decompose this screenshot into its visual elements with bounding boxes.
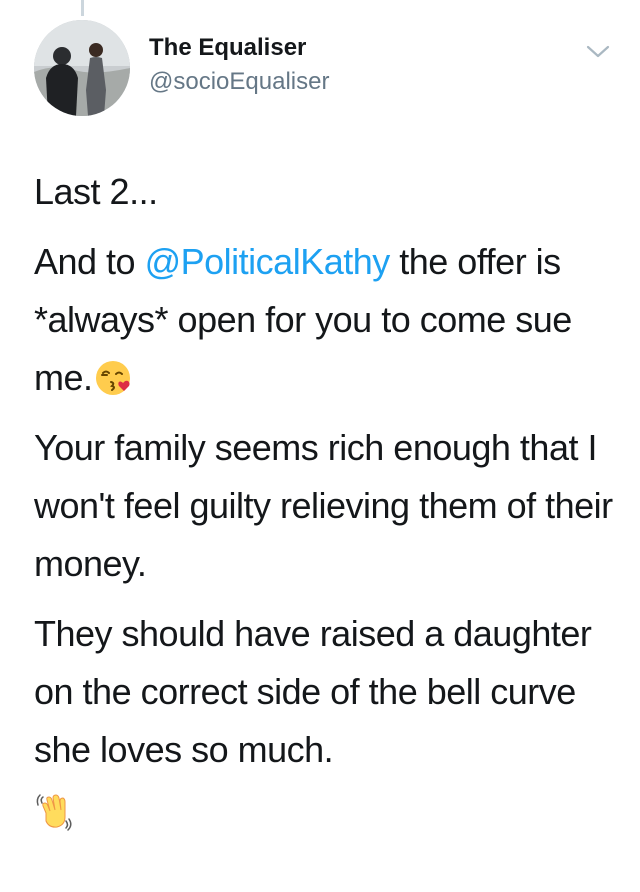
- chevron-down-icon[interactable]: [584, 42, 612, 62]
- avatar[interactable]: [34, 20, 130, 116]
- profile-photo-icon: [34, 20, 130, 116]
- display-name[interactable]: The Equaliser: [149, 33, 329, 63]
- user-names: The Equaliser @socioEqualiser: [149, 33, 329, 97]
- paragraph-text: And to: [34, 241, 145, 282]
- tweet-detail: The Equaliser @socioEqualiser Last 2... …: [0, 0, 640, 892]
- user-handle[interactable]: @socioEqualiser: [149, 67, 329, 97]
- waving-hand-icon: [34, 791, 74, 831]
- tweet-paragraph-4: They should have raised a daughter on th…: [34, 613, 592, 770]
- mention-link[interactable]: @PoliticalKathy: [145, 241, 391, 282]
- tweet-paragraph-3: Your family seems rich enough that I won…: [34, 427, 613, 584]
- kissing-face-icon: [93, 358, 133, 398]
- tweet-paragraph-1: Last 2...: [34, 171, 158, 212]
- tweet-text: Last 2... And to @PoliticalKathy the off…: [34, 163, 624, 831]
- thread-connector-line: [81, 0, 84, 16]
- tweet-paragraph-2: And to @PoliticalKathy the offer is *alw…: [34, 233, 624, 407]
